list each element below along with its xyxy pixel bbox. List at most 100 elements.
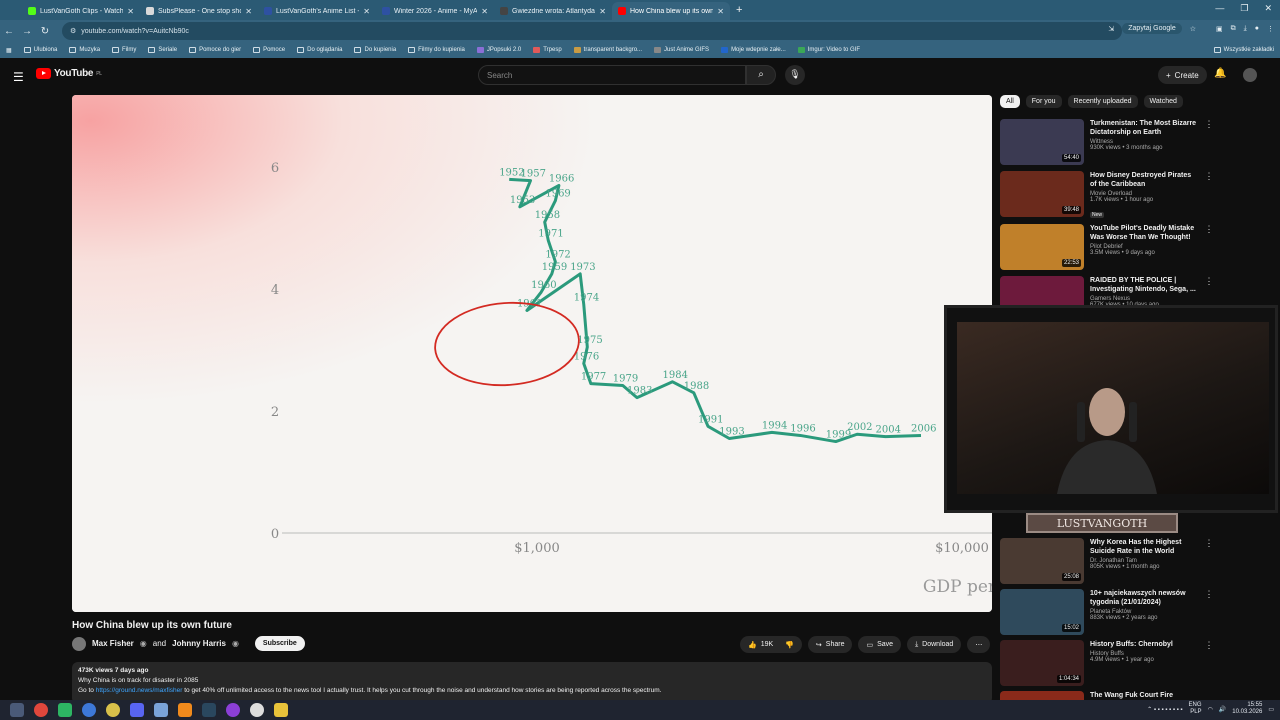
recommended-video[interactable]: 15:02 10+ najciekawszych newsów tygodnia… bbox=[1000, 589, 1270, 637]
bookmark-item[interactable]: Trpesp bbox=[533, 47, 562, 53]
app-icon[interactable] bbox=[154, 703, 168, 717]
search-button[interactable]: ⌕ bbox=[746, 65, 776, 85]
menu-hamburger-icon[interactable]: ☰ bbox=[13, 70, 24, 84]
obs-icon[interactable] bbox=[226, 703, 240, 717]
clock[interactable]: 15:55 10.03.2026 bbox=[1232, 702, 1262, 716]
thumbs-down-icon[interactable]: 👎 bbox=[785, 641, 794, 649]
recommended-video[interactable]: The Wang Fuk Court Fire bbox=[1000, 691, 1270, 700]
bookmark-item[interactable]: Imgur: Video to GIF bbox=[797, 47, 860, 53]
start-icon[interactable] bbox=[10, 703, 24, 717]
bookmark-item[interactable]: Filmy do kupienia bbox=[408, 47, 465, 53]
bookmark-item[interactable]: Filmy bbox=[112, 47, 136, 53]
forward-icon[interactable]: → bbox=[18, 26, 36, 37]
video-title[interactable]: 10+ najciekawszych newsów tygodnia (21/0… bbox=[1090, 589, 1198, 607]
steam-icon[interactable] bbox=[202, 703, 216, 717]
close-tab-icon[interactable]: ✕ bbox=[245, 7, 252, 16]
ask-google-button[interactable]: Zapytaj Google bbox=[1122, 23, 1182, 34]
video-menu-icon[interactable]: ⋮ bbox=[1204, 538, 1214, 586]
bookmark-item[interactable]: JPopsuki 2.0 bbox=[476, 47, 521, 53]
video-menu-icon[interactable]: ⋮ bbox=[1204, 119, 1214, 167]
create-button[interactable]: + Create bbox=[1158, 66, 1207, 84]
video-thumbnail[interactable]: 1:04:34 bbox=[1000, 640, 1084, 686]
channel-avatar[interactable] bbox=[72, 636, 86, 651]
description-box[interactable]: 473K views 7 days ago Why China is on tr… bbox=[72, 662, 992, 704]
vlc-icon[interactable] bbox=[178, 703, 192, 717]
video-title[interactable]: How Disney Destroyed Pirates of the Cari… bbox=[1090, 171, 1198, 189]
chip-recently-uploaded[interactable]: Recently uploaded bbox=[1067, 95, 1138, 108]
video-thumbnail[interactable]: 25:08 bbox=[1000, 538, 1084, 584]
notifications-bell-icon[interactable]: 🔔 bbox=[1214, 68, 1226, 79]
back-icon[interactable]: ← bbox=[0, 26, 18, 37]
search-input[interactable]: Search bbox=[478, 65, 746, 85]
close-tab-icon[interactable]: ✕ bbox=[599, 7, 606, 16]
video-menu-icon[interactable]: ⋮ bbox=[1204, 589, 1214, 637]
like-button[interactable]: 👍 19K 👎 bbox=[740, 636, 802, 653]
wifi-icon[interactable]: ◠ bbox=[1208, 706, 1213, 713]
video-title[interactable]: Turkmenistan: The Most Bizarre Dictators… bbox=[1090, 119, 1198, 137]
close-tab-icon[interactable]: ✕ bbox=[127, 7, 134, 16]
app-icon[interactable] bbox=[250, 703, 264, 717]
bookmark-item[interactable]: transparent backgro... bbox=[573, 47, 642, 53]
terminal-icon[interactable] bbox=[58, 703, 72, 717]
close-tab-icon[interactable]: ✕ bbox=[481, 7, 488, 16]
install-icon[interactable]: ⇲ bbox=[1108, 25, 1114, 33]
extension-icon[interactable]: ▣ bbox=[1216, 25, 1223, 33]
video-thumbnail[interactable]: 39:48 bbox=[1000, 171, 1084, 217]
profile-icon[interactable]: ● bbox=[1255, 25, 1259, 32]
video-title[interactable]: History Buffs: Chernobyl bbox=[1090, 640, 1198, 649]
chip-for-you[interactable]: For you bbox=[1025, 95, 1062, 108]
bookmark-item[interactable]: Ulubiona bbox=[23, 47, 57, 53]
description-link[interactable]: https://ground.news/maxfisher bbox=[96, 687, 183, 694]
recommended-video[interactable]: 1:04:34 History Buffs: Chernobyl History … bbox=[1000, 640, 1270, 688]
save-button[interactable]: ▭ Save bbox=[858, 636, 902, 653]
bookmark-item[interactable]: Pomoce do gier bbox=[189, 47, 241, 53]
tab-3[interactable]: Winter 2026 - Anime - MyAnim✕ bbox=[376, 2, 494, 20]
bookmark-star-icon[interactable]: ☆ bbox=[1190, 25, 1196, 33]
site-info-icon[interactable]: ⚙ bbox=[70, 27, 76, 35]
app-icon[interactable] bbox=[106, 703, 120, 717]
language-indicator[interactable]: ENG PLP bbox=[1189, 702, 1202, 716]
bookmark-item[interactable]: Seriale bbox=[148, 47, 177, 53]
bookmark-item[interactable]: Pomoce bbox=[253, 47, 285, 53]
chip-all[interactable]: All bbox=[1000, 95, 1020, 108]
video-menu-icon[interactable]: ⋮ bbox=[1204, 640, 1214, 688]
video-title[interactable]: YouTube Pilot's Deadly Mistake Was Worse… bbox=[1090, 224, 1198, 242]
menu-kebab-icon[interactable]: ⋮ bbox=[1267, 25, 1274, 33]
bookmark-item[interactable]: Do oglądania bbox=[297, 47, 342, 53]
new-tab-icon[interactable]: + bbox=[736, 4, 742, 16]
subscribe-button[interactable]: Subscribe bbox=[254, 636, 305, 651]
video-thumbnail[interactable]: 54:40 bbox=[1000, 119, 1084, 165]
discord-icon[interactable] bbox=[130, 703, 144, 717]
recommended-video[interactable]: 54:40 Turkmenistan: The Most Bizarre Dic… bbox=[1000, 119, 1270, 167]
volume-icon[interactable]: 🔊 bbox=[1219, 706, 1226, 713]
bookmark-item[interactable]: Do kupienia bbox=[354, 47, 396, 53]
close-tab-icon[interactable]: ✕ bbox=[363, 7, 370, 16]
more-actions-button[interactable]: ⋯ bbox=[967, 636, 991, 653]
tab-1[interactable]: SubsPlease - One stop shop fo ✕ bbox=[140, 2, 258, 20]
account-avatar[interactable] bbox=[1243, 68, 1257, 82]
collab-channel-name[interactable]: Johnny Harris bbox=[172, 639, 226, 648]
tab-0[interactable]: LustVanGoth Clips - Watch Live✕ bbox=[22, 2, 140, 20]
close-tab-icon[interactable]: ✕ bbox=[717, 7, 724, 16]
download-button[interactable]: ⤓ Download bbox=[907, 636, 962, 653]
video-player[interactable]: 6 4 2 0 $1,000 $10,000 1952 1957 1953 1966 1969 19… bbox=[72, 95, 992, 612]
video-thumbnail[interactable] bbox=[1000, 691, 1084, 700]
tab-5[interactable]: How China blew up its own ✕ bbox=[612, 2, 730, 20]
recommended-video[interactable]: 39:48 How Disney Destroyed Pirates of th… bbox=[1000, 171, 1270, 219]
recommended-video[interactable]: 25:08 Why Korea Has the Highest Suicide … bbox=[1000, 538, 1270, 586]
channel-name[interactable]: Max Fisher bbox=[92, 639, 134, 648]
video-title[interactable]: RAIDED BY THE POLICE | Investigating Nin… bbox=[1090, 276, 1198, 294]
close-window-icon[interactable]: ✕ bbox=[1264, 3, 1272, 14]
tab-4[interactable]: Gwiezdne wrota: Atlantyda / St ✕ bbox=[494, 2, 612, 20]
all-bookmarks[interactable]: Wszystkie zakładki bbox=[1213, 47, 1274, 53]
bookmark-item[interactable]: Just Anime GIFS bbox=[654, 47, 709, 53]
reload-icon[interactable]: ↻ bbox=[36, 26, 54, 37]
video-title[interactable]: Why Korea Has the Highest Suicide Rate i… bbox=[1090, 538, 1198, 556]
chrome-icon[interactable] bbox=[34, 703, 48, 717]
tray-icons[interactable]: ⌃ ▪ ▪ ▪ ▪ ▪ ▪ ▪ ▪ bbox=[1147, 706, 1182, 713]
video-menu-icon[interactable]: ⋮ bbox=[1204, 224, 1214, 272]
chip-watched[interactable]: Watched bbox=[1143, 95, 1183, 108]
video-thumbnail[interactable]: 15:02 bbox=[1000, 589, 1084, 635]
notification-center-icon[interactable]: ▭ bbox=[1268, 706, 1274, 713]
video-thumbnail[interactable]: 22:53 bbox=[1000, 224, 1084, 270]
